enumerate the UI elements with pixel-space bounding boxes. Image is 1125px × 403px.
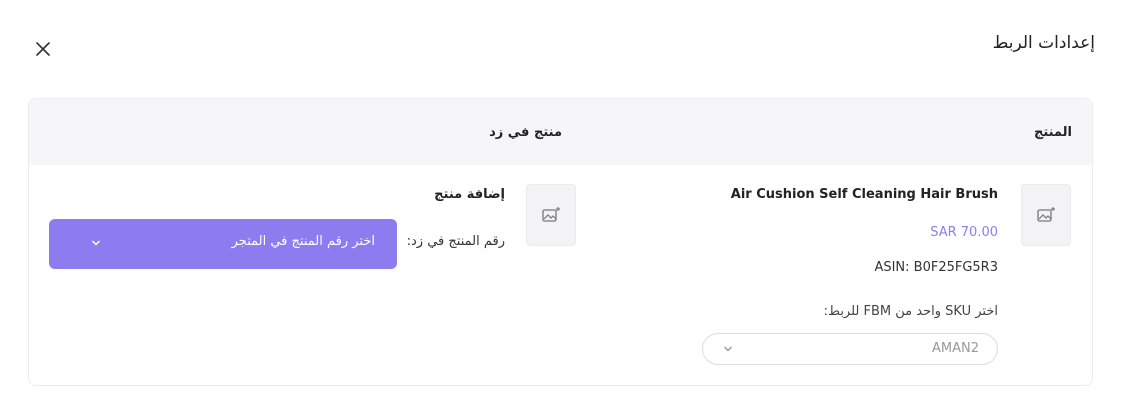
dialog-title: إعدادات الربط bbox=[992, 33, 1095, 53]
sku-select[interactable]: AMAN2 bbox=[702, 333, 998, 365]
zid-product-select[interactable]: اختر رقم المنتج في المتجر bbox=[49, 219, 397, 269]
link-settings-dialog: إعدادات الربط المنتج منتج في زد Air Cush… bbox=[0, 0, 1125, 403]
chevron-down-icon bbox=[724, 346, 732, 352]
zid-product-select-placeholder: اختر رقم المنتج في المتجر bbox=[231, 234, 375, 249]
sku-select-value: AMAN2 bbox=[932, 341, 979, 356]
zid-number-label: رقم المنتج في زد: bbox=[406, 234, 505, 249]
zid-product-image bbox=[526, 184, 576, 246]
product-price: SAR 70.00 bbox=[930, 225, 998, 240]
column-header-product: المنتج bbox=[1033, 125, 1072, 140]
product-name: Air Cushion Self Cleaning Hair Brush bbox=[730, 187, 998, 202]
product-asin: ASIN: B0F25FG5R3 bbox=[874, 260, 998, 275]
link-table: المنتج منتج في زد Air Cushion Self Clean… bbox=[28, 98, 1093, 386]
close-button[interactable] bbox=[32, 38, 54, 60]
table-header: المنتج منتج في زد bbox=[29, 99, 1092, 165]
image-placeholder-icon bbox=[1037, 207, 1055, 222]
close-icon bbox=[36, 42, 50, 56]
product-image bbox=[1021, 184, 1071, 246]
sku-select-label: اختر SKU واحد من FBM للربط: bbox=[823, 304, 998, 319]
image-placeholder-icon bbox=[542, 207, 560, 222]
column-header-zid-product: منتج في زد bbox=[489, 125, 562, 140]
chevron-down-icon bbox=[91, 240, 101, 246]
add-product-title: إضافة منتج bbox=[434, 187, 505, 202]
